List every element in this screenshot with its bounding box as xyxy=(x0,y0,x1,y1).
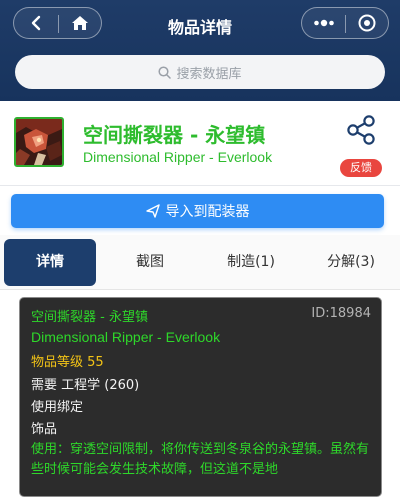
item-tooltip: 空间撕裂器 - 永望镇 ID:18984 Dimensional Ripper … xyxy=(19,297,382,497)
detail-tabs: 详情 截图 制造(1) 分解(3) xyxy=(0,235,400,290)
header-bar: 物品详情 搜索数据库 xyxy=(0,0,400,101)
share-button[interactable] xyxy=(344,113,378,147)
item-header-card: 空间撕裂器 - 永望镇 Dimensional Ripper - Everloo… xyxy=(0,101,400,185)
tooltip-item-level: 物品等级 55 xyxy=(31,355,104,370)
import-to-planner-button[interactable]: 导入到配装器 xyxy=(11,194,384,228)
item-icon xyxy=(14,117,64,167)
tooltip-requirement: 需要 工程学 (260) xyxy=(31,378,140,393)
tooltip-bind-type: 使用绑定 xyxy=(31,400,84,415)
close-miniapp-button[interactable] xyxy=(345,8,389,38)
more-button[interactable] xyxy=(302,8,346,38)
tooltip-slot: 饰品 xyxy=(31,422,58,437)
item-name-english: Dimensional Ripper - Everlook xyxy=(83,149,273,165)
import-button-label: 导入到配装器 xyxy=(165,204,250,220)
search-placeholder: 搜索数据库 xyxy=(176,66,242,82)
more-icon xyxy=(314,19,334,27)
tooltip-use-effect: 使用：穿透空间限制，将你传送到冬泉谷的永望镇。虽然有些时候可能会发生技术故障，但… xyxy=(31,442,370,477)
tab-details[interactable]: 详情 xyxy=(4,239,96,286)
feedback-badge[interactable]: 反馈 xyxy=(340,159,382,177)
send-icon xyxy=(145,204,160,218)
share-icon xyxy=(347,115,375,145)
search-input[interactable]: 搜索数据库 xyxy=(15,55,385,89)
target-icon xyxy=(358,14,376,32)
tooltip-item-id: ID:18984 xyxy=(311,306,371,321)
nav-capsule-right xyxy=(301,7,389,39)
tooltip-name-english: Dimensional Ripper - Everlook xyxy=(31,329,221,345)
item-name-chinese: 空间撕裂器 - 永望镇 xyxy=(83,123,266,147)
divider xyxy=(0,185,400,186)
tab-disenchant[interactable]: 分解(3) xyxy=(306,239,396,286)
tooltip-name-chinese: 空间撕裂器 - 永望镇 xyxy=(31,310,148,325)
tab-screenshots[interactable]: 截图 xyxy=(110,239,190,286)
search-icon xyxy=(158,65,172,79)
tab-crafting[interactable]: 制造(1) xyxy=(206,239,296,286)
